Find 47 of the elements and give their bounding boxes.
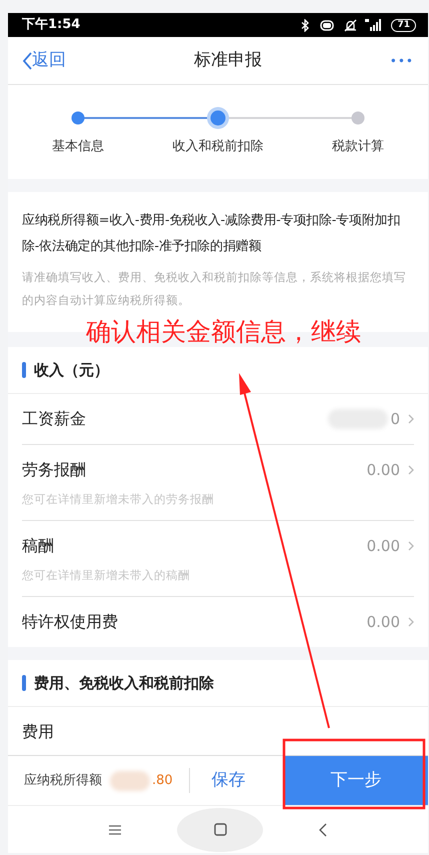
row-value: 0.00 xyxy=(366,612,400,634)
section-marker xyxy=(22,362,26,378)
page-title: 标准申报 xyxy=(194,48,262,72)
chevron-icon xyxy=(408,414,414,424)
section-title: 费用、免税收入和税前扣除 xyxy=(34,673,214,694)
next-button[interactable]: 下一步 xyxy=(284,756,428,805)
back-link[interactable]: 返回 xyxy=(22,48,66,74)
row-label: 稿酬 xyxy=(22,535,54,558)
total-label: 应纳税所得额 xyxy=(23,772,102,790)
row-value: 0 xyxy=(390,408,400,430)
hint-text: 请准确填写收入、费用、免税收入和税前扣除等信息，系统将根据您填写的内容自动计算应纳税所得额。 xyxy=(22,268,407,309)
row-value: 0.00 xyxy=(366,536,400,557)
income-row[interactable]: 特许权使用费 0.00 xyxy=(22,597,414,648)
step-label: 基本信息 xyxy=(52,138,104,156)
row-value: 0.00 xyxy=(366,460,400,481)
row-hint: 您可在详情里新增未带入的稿酬 xyxy=(22,567,191,584)
annotation-text: 确认相关金额信息，继续 xyxy=(86,316,361,348)
blur-patch xyxy=(110,770,150,790)
save-button[interactable]: 保存 xyxy=(188,768,268,794)
row-label: 劳务报酬 xyxy=(22,458,86,481)
section-marker xyxy=(22,675,26,692)
income-row[interactable]: 费用 xyxy=(22,707,414,755)
chevron-icon xyxy=(408,464,414,475)
total-amount: .80 xyxy=(152,772,173,790)
back-nav-icon[interactable] xyxy=(319,822,327,836)
income-row[interactable]: 工资薪金 0 xyxy=(22,394,414,445)
back-icon xyxy=(22,52,32,70)
step-label: 收入和税前扣除 xyxy=(172,138,264,156)
status-time: 下午1:54 xyxy=(22,16,80,34)
battery-level: 71 xyxy=(391,18,416,32)
chevron-icon xyxy=(408,617,414,628)
vibrate-icon xyxy=(318,20,336,31)
alarm-off-icon xyxy=(344,18,358,32)
chevron-icon xyxy=(408,541,414,552)
bluetooth-icon xyxy=(301,18,310,32)
formula-text: 应纳税所得额=收入-费用-免税收入-减除费用-专项扣除-专项附加扣除-依法确定的其他扣除-准予扣除的捐赠额 xyxy=(22,212,402,256)
menu-icon[interactable] xyxy=(109,824,121,834)
row-label: 费用 xyxy=(22,721,54,744)
income-row[interactable]: 劳务报酬 0.00 您可在详情里新增未带入的劳务报酬 xyxy=(22,444,414,522)
step-label: 税款计算 xyxy=(332,138,384,156)
row-label: 工资薪金 xyxy=(22,408,86,430)
more-button[interactable]: ••• xyxy=(390,52,414,70)
signal-icon xyxy=(365,19,384,32)
row-label: 特许权使用费 xyxy=(22,611,118,634)
income-row[interactable]: 稿酬 0.00 您可在详情里新增未带入的稿酬 xyxy=(22,521,414,598)
section-title: 收入（元） xyxy=(34,360,109,381)
row-hint: 您可在详情里新增未带入的劳务报酬 xyxy=(22,490,215,508)
